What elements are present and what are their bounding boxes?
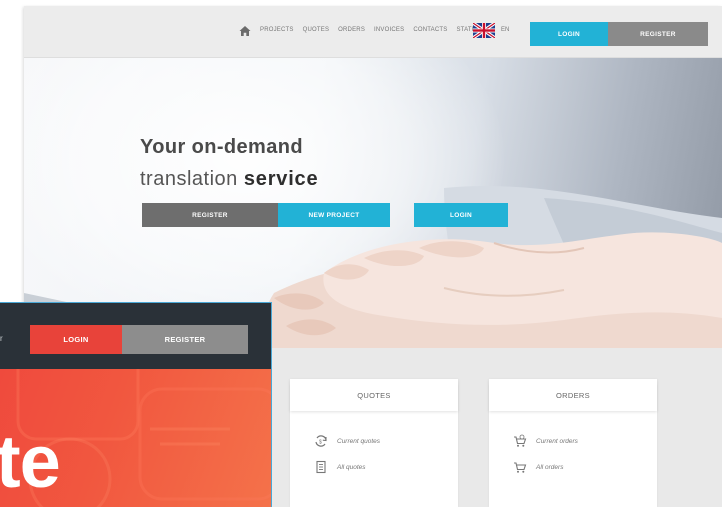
login-button[interactable]: LOGIN xyxy=(530,22,608,46)
current-quotes-icon: $ xyxy=(315,435,327,447)
front-hero-heading-fragment: te xyxy=(0,420,61,503)
new-project-button[interactable]: NEW PROJECT xyxy=(278,203,390,227)
front-navigation-bar: r LOGIN REGISTER xyxy=(0,303,271,369)
front-login-button[interactable]: LOGIN xyxy=(30,325,122,354)
front-hero-banner: te xyxy=(0,369,271,507)
current-quotes-link[interactable]: $ Current quotes xyxy=(314,434,380,448)
top-navigation-bar: PROJECTS QUOTES ORDERS INVOICES CONTACTS… xyxy=(24,6,722,58)
quotes-card: QUOTES $ Current quotes All quotes xyxy=(290,379,458,507)
svg-text:$: $ xyxy=(319,440,322,446)
front-register-button[interactable]: REGISTER xyxy=(122,325,248,354)
current-orders-label: Current orders xyxy=(536,437,578,445)
orders-card: ORDERS Current orders All orders xyxy=(489,379,657,507)
all-quotes-link[interactable]: All quotes xyxy=(314,460,366,474)
all-orders-label: All orders xyxy=(536,463,564,471)
hero-title-line2: translation service xyxy=(140,168,318,191)
hero-title-normal-text: translation xyxy=(140,168,238,190)
composite-screenshot: PROJECTS QUOTES ORDERS INVOICES CONTACTS… xyxy=(0,0,722,507)
current-orders-link[interactable]: Current orders xyxy=(513,434,578,448)
nav-link-quotes[interactable]: QUOTES xyxy=(303,27,330,33)
home-icon[interactable] xyxy=(239,25,251,37)
hero-title-line1: Your on-demand xyxy=(140,136,304,158)
nav-links: PROJECTS QUOTES ORDERS INVOICES CONTACTS… xyxy=(260,27,492,33)
all-orders-link[interactable]: All orders xyxy=(513,460,563,474)
nav-link-orders[interactable]: ORDERS xyxy=(338,27,365,33)
register-button[interactable]: REGISTER xyxy=(608,22,708,46)
uk-flag-icon[interactable] xyxy=(473,23,495,38)
language-label[interactable]: EN xyxy=(501,27,509,33)
hero-login-button[interactable]: LOGIN xyxy=(414,203,508,227)
nav-link-invoices[interactable]: INVOICES xyxy=(374,27,404,33)
all-quotes-label: All quotes xyxy=(337,463,366,471)
all-quotes-icon xyxy=(316,460,326,474)
hero-title-bold-text: service xyxy=(243,168,319,190)
quotes-card-title[interactable]: QUOTES xyxy=(290,379,458,411)
hero-register-button[interactable]: REGISTER xyxy=(142,203,278,227)
current-quotes-label: Current quotes xyxy=(337,437,380,445)
current-orders-cart-icon xyxy=(514,434,527,447)
nav-link-contacts[interactable]: CONTACTS xyxy=(413,27,447,33)
all-orders-cart-icon xyxy=(514,462,527,473)
front-nav-partial-text: r xyxy=(0,334,3,343)
orders-card-title[interactable]: ORDERS xyxy=(489,379,657,411)
nav-link-projects[interactable]: PROJECTS xyxy=(260,27,294,33)
front-website-screenshot: r LOGIN REGISTER te xyxy=(0,302,272,507)
